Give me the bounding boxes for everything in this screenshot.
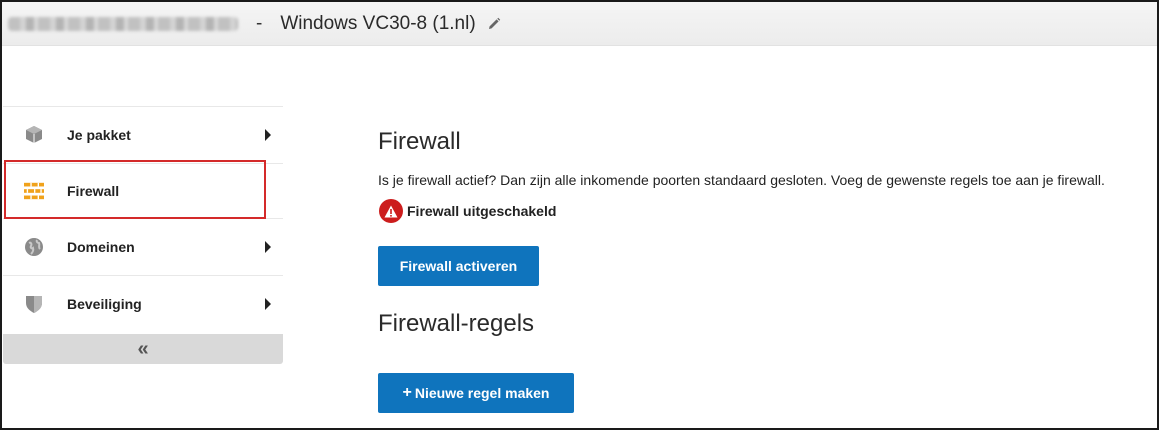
chevron-right-icon [265,241,271,253]
title-separator: - [256,12,263,34]
redacted-server-name [8,16,238,31]
shield-icon [24,294,44,314]
firewall-description: Is je firewall actief? Dan zijn alle ink… [378,172,1105,188]
sidebar-item-label: Je pakket [67,127,131,143]
selected-item-highlight [4,160,266,219]
new-rule-label: Nieuwe regel maken [414,385,550,401]
status-text: Firewall uitgeschakeld [407,203,557,219]
chevron-right-icon [265,298,271,310]
firewall-status: Firewall uitgeschakeld [379,199,556,223]
new-rule-button[interactable]: + Nieuwe regel maken [378,373,574,413]
server-title: Windows VC30-8 (1.nl) [280,12,476,34]
sidebar-item-je-pakket[interactable]: Je pakket [3,106,283,163]
package-icon [24,125,44,145]
activate-firewall-button[interactable]: Firewall activeren [378,246,539,286]
page-title: Firewall [378,128,461,155]
chevron-right-icon [265,129,271,141]
warning-icon [379,199,403,223]
sidebar: Je pakket Firewall Domeinen Beveiliging [3,106,283,332]
globe-icon [24,237,44,257]
sidebar-item-label: Beveiliging [67,296,142,312]
rules-title: Firewall-regels [378,310,535,337]
sidebar-item-domeinen[interactable]: Domeinen [3,218,283,275]
page-header: - Windows VC30-8 (1.nl) [2,2,1157,46]
double-chevron-left-icon: « [137,337,149,360]
plus-icon: + [402,384,412,401]
sidebar-collapse-button[interactable]: « [3,334,283,364]
sidebar-item-beveiliging[interactable]: Beveiliging [3,275,283,332]
edit-pencil-icon[interactable] [486,16,502,32]
sidebar-item-label: Domeinen [67,239,135,255]
